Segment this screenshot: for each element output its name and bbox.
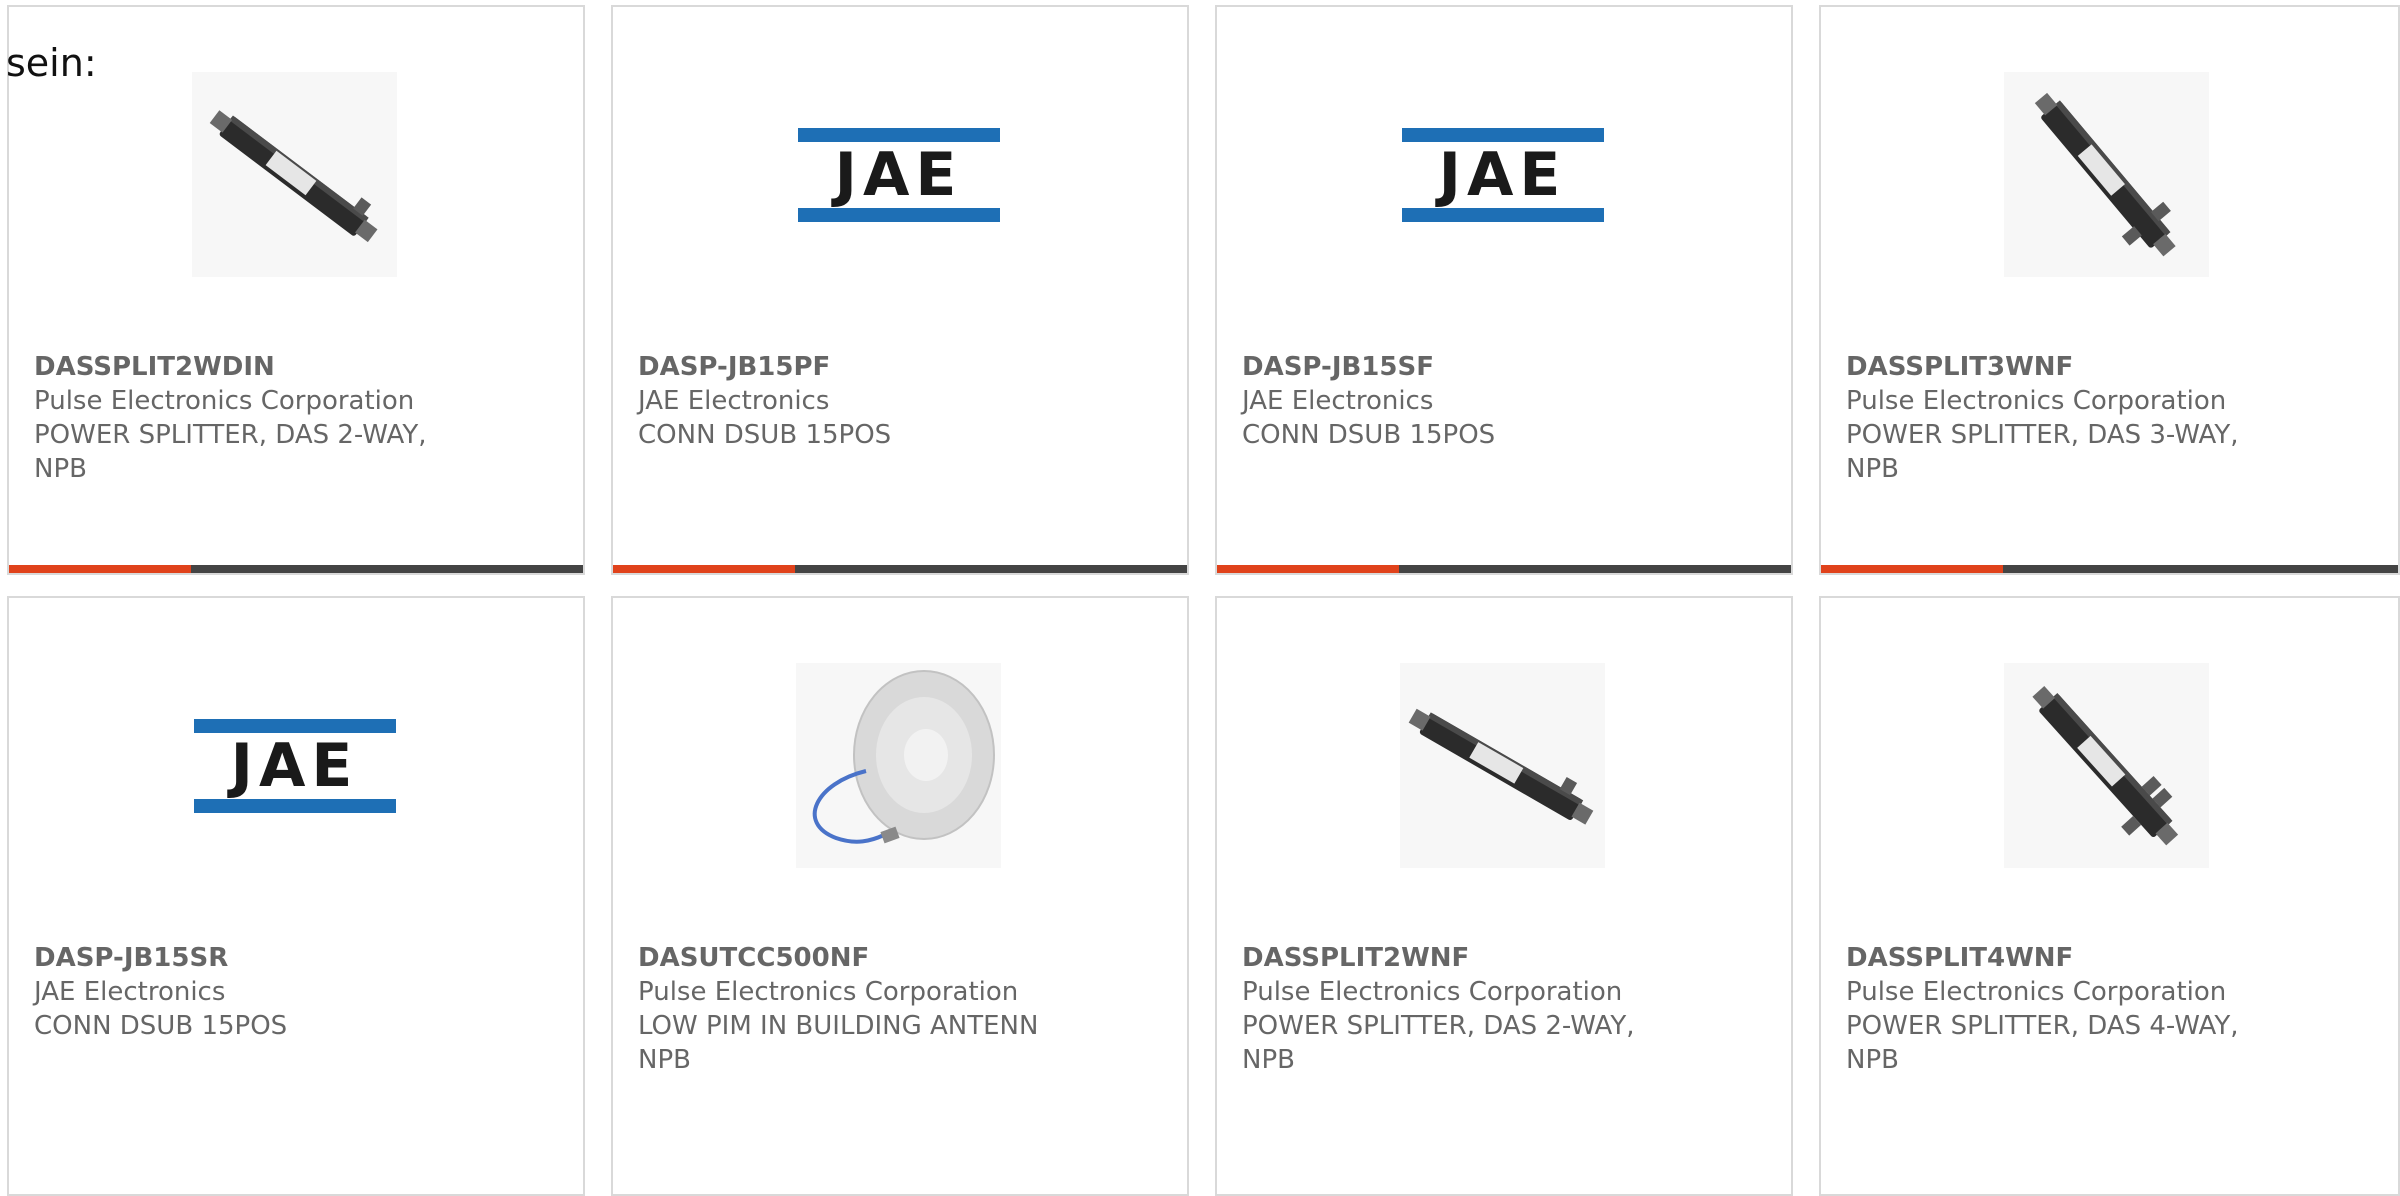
- antenna-photo-icon: [796, 663, 1001, 868]
- card-bar: [613, 565, 1187, 573]
- jae-logo-icon: JAE: [797, 127, 1000, 222]
- description-line-1: LOW PIM IN BUILDING ANTENN: [638, 1011, 1039, 1041]
- product-info: DASSPLIT2WNF Pulse Electronics Corporati…: [1242, 941, 1702, 1077]
- manufacturer: Pulse Electronics Corporation: [34, 386, 415, 416]
- product-card[interactable]: DASSPLIT2WDIN Pulse Electronics Corporat…: [7, 5, 585, 575]
- card-bar: [9, 565, 583, 573]
- logo-stripe: [1401, 207, 1604, 222]
- manufacturer: JAE Electronics: [34, 977, 226, 1007]
- part-number[interactable]: DASSPLIT3WNF: [1846, 350, 2306, 384]
- card-bar: [1217, 565, 1791, 573]
- product-card[interactable]: DASSPLIT4WNF Pulse Electronics Corporati…: [1819, 596, 2400, 1196]
- manufacturer: JAE Electronics: [1242, 386, 1434, 416]
- intro-text: sein:: [6, 41, 97, 85]
- manufacturer: Pulse Electronics Corporation: [1846, 977, 2227, 1007]
- description-line-2: NPB: [1242, 1045, 1295, 1075]
- part-number[interactable]: DASP-JB15SF: [1242, 350, 1702, 384]
- product-grid: DASSPLIT2WDIN Pulse Electronics Corporat…: [7, 5, 2400, 1196]
- part-number[interactable]: DASUTCC500NF: [638, 941, 1098, 975]
- product-image[interactable]: [1400, 663, 1605, 868]
- product-image[interactable]: JAE: [1400, 72, 1605, 277]
- product-image[interactable]: [796, 663, 1001, 868]
- product-info: DASSPLIT3WNF Pulse Electronics Corporati…: [1846, 350, 2306, 486]
- card-bar-accent: [613, 565, 795, 573]
- product-info: DASSPLIT2WDIN Pulse Electronics Corporat…: [34, 350, 494, 486]
- card-bar: [1821, 565, 2398, 573]
- description-line-1: POWER SPLITTER, DAS 2-WAY,: [34, 420, 427, 450]
- description-line-2: NPB: [1846, 454, 1899, 484]
- part-number[interactable]: DASSPLIT4WNF: [1846, 941, 2306, 975]
- product-info: DASUTCC500NF Pulse Electronics Corporati…: [638, 941, 1098, 1077]
- description-line-1: CONN DSUB 15POS: [1242, 420, 1496, 450]
- product-image[interactable]: JAE: [192, 663, 397, 868]
- jae-logo-icon: JAE: [193, 718, 396, 813]
- product-card[interactable]: DASSPLIT3WNF Pulse Electronics Corporati…: [1819, 5, 2400, 575]
- manufacturer: Pulse Electronics Corporation: [1846, 386, 2227, 416]
- description-line-1: POWER SPLITTER, DAS 3-WAY,: [1846, 420, 2239, 450]
- manufacturer: Pulse Electronics Corporation: [638, 977, 1019, 1007]
- product-card[interactable]: DASSPLIT2WNF Pulse Electronics Corporati…: [1215, 596, 1793, 1196]
- part-number[interactable]: DASSPLIT2WNF: [1242, 941, 1702, 975]
- product-image[interactable]: [2004, 663, 2209, 868]
- product-card[interactable]: JAE DASP-JB15SF JAE Electronics CONN DSU…: [1215, 5, 1793, 575]
- description-line-1: CONN DSUB 15POS: [34, 1011, 288, 1041]
- product-image[interactable]: [2004, 72, 2209, 277]
- card-bar-accent: [9, 565, 191, 573]
- product-info: DASP-JB15SR JAE Electronics CONN DSUB 15…: [34, 941, 494, 1043]
- jae-logo-icon: JAE: [1401, 127, 1604, 222]
- description-line-2: NPB: [1846, 1045, 1899, 1075]
- part-number[interactable]: DASP-JB15PF: [638, 350, 1098, 384]
- product-card[interactable]: JAE DASP-JB15SR JAE Electronics CONN DSU…: [7, 596, 585, 1196]
- logo-stripe: [193, 798, 396, 813]
- product-info: DASP-JB15PF JAE Electronics CONN DSUB 15…: [638, 350, 1098, 452]
- product-card[interactable]: DASUTCC500NF Pulse Electronics Corporati…: [611, 596, 1189, 1196]
- splitter-photo-icon: [192, 72, 397, 277]
- splitter-photo-icon: [2004, 663, 2209, 868]
- logo-stripe: [797, 207, 1000, 222]
- product-card[interactable]: JAE DASP-JB15PF JAE Electronics CONN DSU…: [611, 5, 1189, 575]
- splitter-photo-icon: [2004, 72, 2209, 277]
- product-image[interactable]: [192, 72, 397, 277]
- description-line-2: NPB: [34, 454, 87, 484]
- description-line-1: POWER SPLITTER, DAS 2-WAY,: [1242, 1011, 1635, 1041]
- card-bar-accent: [1821, 565, 2003, 573]
- logo-text: JAE: [834, 139, 963, 210]
- description-line-1: POWER SPLITTER, DAS 4-WAY,: [1846, 1011, 2239, 1041]
- part-number[interactable]: DASSPLIT2WDIN: [34, 350, 494, 384]
- part-number[interactable]: DASP-JB15SR: [34, 941, 494, 975]
- logo-text: JAE: [1438, 139, 1567, 210]
- logo-text: JAE: [230, 730, 359, 801]
- product-image[interactable]: JAE: [796, 72, 1001, 277]
- splitter-photo-icon: [1400, 663, 1605, 868]
- card-bar-accent: [1217, 565, 1399, 573]
- manufacturer: JAE Electronics: [638, 386, 830, 416]
- product-info: DASP-JB15SF JAE Electronics CONN DSUB 15…: [1242, 350, 1702, 452]
- manufacturer: Pulse Electronics Corporation: [1242, 977, 1623, 1007]
- description-line-2: NPB: [638, 1045, 691, 1075]
- product-info: DASSPLIT4WNF Pulse Electronics Corporati…: [1846, 941, 2306, 1077]
- description-line-1: CONN DSUB 15POS: [638, 420, 892, 450]
